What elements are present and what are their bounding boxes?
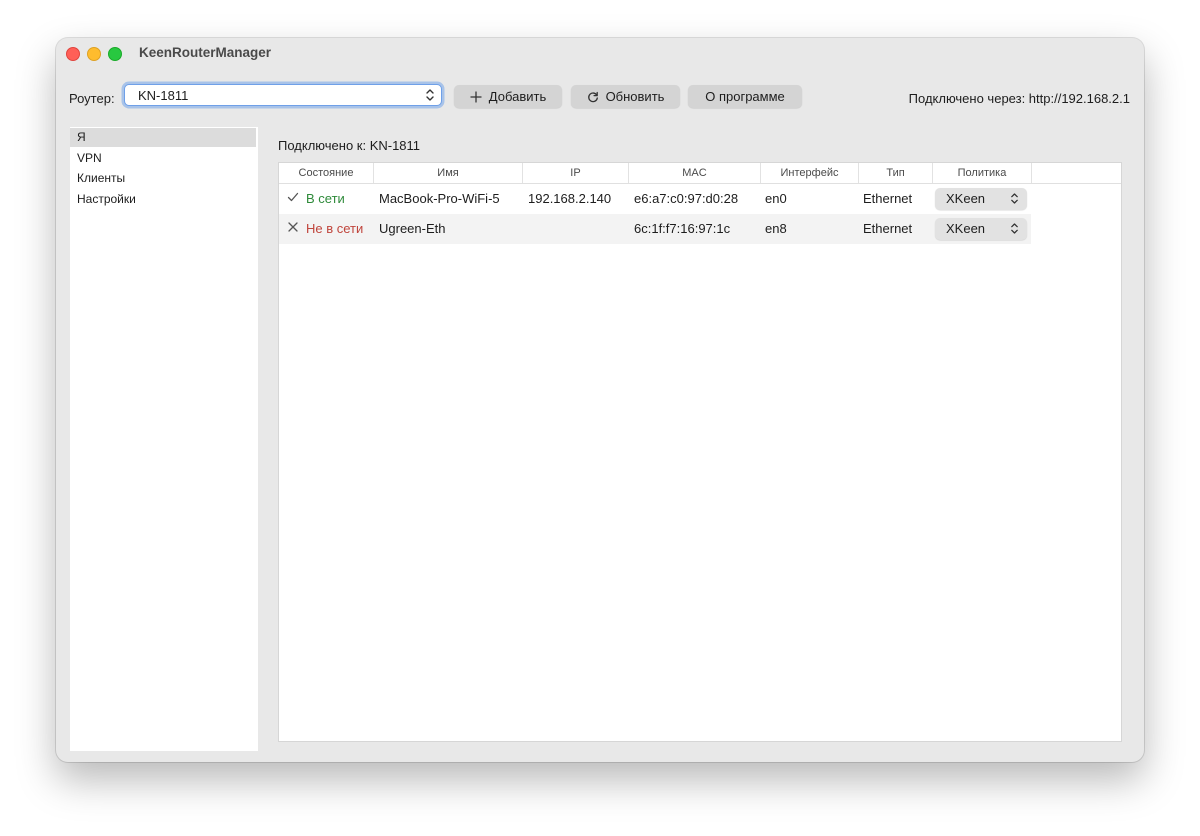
client-ip: 192.168.2.140 [528, 191, 612, 206]
window-title: KeenRouterManager [139, 45, 272, 60]
policy-select-value: XKeen [946, 221, 986, 236]
sidebar-item-settings[interactable]: Настройки [70, 190, 256, 209]
policy-select[interactable]: XKeen [935, 218, 1027, 240]
client-type: Ethernet [863, 191, 913, 206]
client-interface: en8 [765, 221, 787, 236]
table-row[interactable]: Не в сети Ugreen-Eth 6c:1f:f7:16:97:1c e… [279, 214, 1031, 244]
column-header-policy[interactable]: Политика [933, 163, 1032, 183]
toolbar: Роутер: KN-1811 Добавить Обновить О прог… [56, 84, 1144, 112]
chevron-up-down-icon [426, 89, 434, 101]
sidebar-item-vpn[interactable]: VPN [70, 149, 256, 168]
refresh-icon [587, 91, 598, 102]
router-select[interactable]: KN-1811 [124, 84, 442, 106]
plus-icon [470, 90, 482, 103]
connection-url: Подключено через: http://192.168.2.1 [908, 91, 1130, 106]
connected-to-label: Подключено к: KN-1811 [278, 138, 421, 153]
about-button-label: О программе [705, 89, 785, 104]
close-window-button[interactable] [66, 47, 80, 61]
sidebar-item-label: Настройки [77, 192, 136, 206]
app-window: KeenRouterManager Роутер: KN-1811 Добави… [56, 38, 1144, 762]
column-header-ip[interactable]: IP [523, 163, 629, 183]
about-button[interactable]: О программе [688, 85, 802, 108]
column-header-interface[interactable]: Интерфейс [761, 163, 859, 183]
sidebar: Я VPN Клиенты Настройки [70, 127, 258, 751]
column-header-mac[interactable]: MAC [629, 163, 761, 183]
check-icon [287, 192, 299, 202]
column-header-status[interactable]: Состояние [279, 163, 374, 183]
sidebar-item-clients[interactable]: Клиенты [70, 169, 256, 188]
status-text: Не в сети [306, 221, 364, 236]
status-text: В сети [306, 191, 345, 206]
x-icon [288, 222, 298, 232]
client-type: Ethernet [863, 221, 913, 236]
client-mac: e6:a7:c0:97:d0:28 [634, 191, 739, 206]
add-router-button[interactable]: Добавить [454, 85, 562, 108]
table-header: Состояние Имя IP MAC Интерфейс Тип Полит… [279, 163, 1121, 184]
chevron-up-down-icon [1011, 193, 1018, 204]
zoom-window-button[interactable] [108, 47, 122, 61]
sidebar-item-me[interactable]: Я [70, 128, 256, 147]
client-interface: en0 [765, 191, 787, 206]
title-bar: KeenRouterManager [56, 38, 1144, 70]
column-header-name[interactable]: Имя [374, 163, 523, 183]
refresh-button[interactable]: Обновить [571, 85, 680, 108]
client-name: MacBook-Pro-WiFi-5 [379, 191, 500, 206]
policy-select-value: XKeen [946, 191, 986, 206]
refresh-button-label: Обновить [605, 89, 665, 104]
sidebar-item-label: Я [77, 130, 86, 144]
router-label: Роутер: [69, 91, 115, 106]
clients-table: Состояние Имя IP MAC Интерфейс Тип Полит… [278, 162, 1122, 742]
chevron-up-down-icon [1011, 223, 1018, 234]
router-select-value: KN-1811 [138, 88, 189, 103]
add-router-button-label: Добавить [488, 89, 547, 104]
minimize-window-button[interactable] [87, 47, 101, 61]
column-header-type[interactable]: Тип [859, 163, 933, 183]
policy-select[interactable]: XKeen [935, 188, 1027, 210]
table-row[interactable]: В сети MacBook-Pro-WiFi-5 192.168.2.140 … [279, 184, 1031, 214]
client-name: Ugreen-Eth [379, 221, 446, 236]
client-mac: 6c:1f:f7:16:97:1c [634, 221, 731, 236]
sidebar-item-label: Клиенты [77, 171, 126, 185]
sidebar-item-label: VPN [77, 151, 102, 165]
